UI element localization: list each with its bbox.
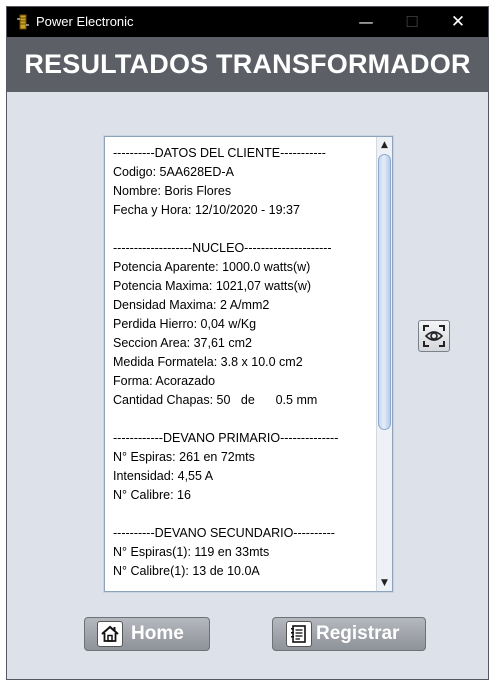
close-button[interactable]: ✕ (435, 7, 481, 37)
home-icon (97, 621, 123, 647)
report-line (113, 220, 373, 239)
report-line: N° Espiras(1): 119 en 33mts (113, 545, 270, 559)
scroll-thumb[interactable] (378, 154, 391, 430)
home-button-label: Home (131, 623, 184, 644)
report-line: Potencia Aparente: 1000.0 watts(w) (113, 260, 311, 274)
page-title: RESULTADOS TRANSFORMADOR (24, 49, 471, 79)
results-text-area[interactable]: ----------DATOS DEL CLIENTE----------- Co… (104, 136, 393, 592)
report-line: N° Calibre: 16 (113, 488, 191, 502)
report-line: ----------DEVANO SECUNDARIO---------- (113, 526, 335, 540)
home-button[interactable]: Home (84, 617, 210, 651)
report-line: Potencia Maxima: 1021,07 watts(w) (113, 279, 312, 293)
eye-icon (423, 325, 445, 347)
report-line: Codigo: 5AA628ED-A (113, 165, 234, 179)
report-line (113, 410, 373, 429)
report-line: Densidad Maxima: 2 A/mm2 (113, 298, 270, 312)
view-button[interactable] (418, 320, 450, 352)
registrar-button-label: Registrar (316, 623, 400, 644)
report-content: ----------DATOS DEL CLIENTE----------- Co… (113, 144, 373, 581)
report-line: Forma: Acorazado (113, 374, 216, 388)
report-line: Fecha y Hora: 12/10/2020 - 19:37 (113, 203, 300, 217)
transformer-icon (17, 14, 29, 30)
report-line: ------------DEVANO PRIMARIO-------------… (113, 431, 339, 445)
report-line: Nombre: Boris Flores (113, 184, 232, 198)
header-band: RESULTADOS TRANSFORMADOR (7, 37, 488, 92)
title-bar[interactable]: Power Electronic — ☐ ✕ (7, 7, 488, 37)
report-line: ----------DATOS DEL CLIENTE----------- (113, 146, 326, 160)
scroll-up-button[interactable]: ▲ (377, 137, 392, 153)
notebook-icon (286, 621, 312, 647)
report-line: Perdida Hierro: 0,04 w/Kg (113, 317, 257, 331)
report-line: N° Espiras: 261 en 72mts (113, 450, 255, 464)
scroll-down-button[interactable]: ▼ (377, 575, 392, 591)
minimize-button[interactable]: — (343, 7, 389, 37)
report-line: Seccion Area: 37,61 cm2 (113, 336, 252, 350)
maximize-button[interactable]: ☐ (389, 7, 435, 37)
registrar-button[interactable]: Registrar (272, 617, 426, 651)
report-line: Medida Formatela: 3.8 x 10.0 cm2 (113, 355, 303, 369)
report-line: N° Calibre(1): 13 de 10.0A (113, 564, 260, 578)
app-window: Power Electronic — ☐ ✕ RESULTADOS TRANSF… (6, 6, 489, 680)
window-title: Power Electronic (36, 14, 134, 29)
report-line: Intensidad: 4,55 A (113, 469, 214, 483)
report-line: Cantidad Chapas: 50 de 0.5 mm (113, 393, 318, 407)
vertical-scrollbar[interactable]: ▲ ▼ (376, 137, 392, 591)
report-line (113, 505, 373, 524)
report-line: -------------------NUCLEO---------------… (113, 241, 332, 255)
